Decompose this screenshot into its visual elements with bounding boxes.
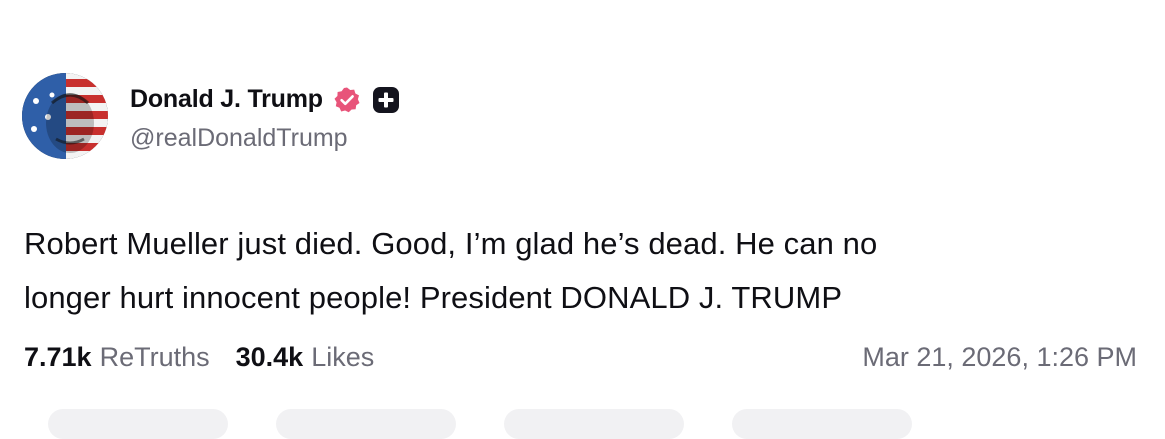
author-identity: Donald J. Trump @realDonaldTrump xyxy=(130,80,400,153)
post-text-line: longer hurt innocent people! President D… xyxy=(24,280,843,315)
post-body: Robert Mueller just died. Good, I’m glad… xyxy=(24,217,1124,325)
likes-stat[interactable]: 30.4k Likes xyxy=(236,342,375,373)
verified-badge-icon xyxy=(333,86,361,114)
plus-badge-icon xyxy=(372,86,400,114)
share-button[interactable] xyxy=(732,409,912,439)
post-stats: 7.71k ReTruths 30.4k Likes xyxy=(24,342,374,373)
name-row: Donald J. Trump xyxy=(130,80,400,120)
retruths-stat[interactable]: 7.71k ReTruths xyxy=(24,342,210,373)
retruths-label: ReTruths xyxy=(99,342,210,372)
author-handle[interactable]: @realDonaldTrump xyxy=(130,124,400,153)
author-display-name[interactable]: Donald J. Trump xyxy=(130,85,323,114)
likes-label: Likes xyxy=(311,342,375,372)
avatar-image xyxy=(22,73,108,159)
like-button[interactable] xyxy=(504,409,684,439)
post-text-line: Robert Mueller just died. Good, I’m glad… xyxy=(24,226,878,261)
retruths-count: 7.71k xyxy=(24,342,92,372)
avatar[interactable] xyxy=(22,73,108,159)
post-card: Donald J. Trump @realDonaldTrump Robert … xyxy=(0,0,1165,439)
reply-button[interactable] xyxy=(48,409,228,439)
post-header: Donald J. Trump @realDonaldTrump xyxy=(22,73,400,159)
action-bar xyxy=(48,409,960,439)
likes-count: 30.4k xyxy=(235,342,304,372)
post-timestamp[interactable]: Mar 21, 2026, 1:26 PM xyxy=(862,342,1137,373)
retruth-button[interactable] xyxy=(276,409,456,439)
